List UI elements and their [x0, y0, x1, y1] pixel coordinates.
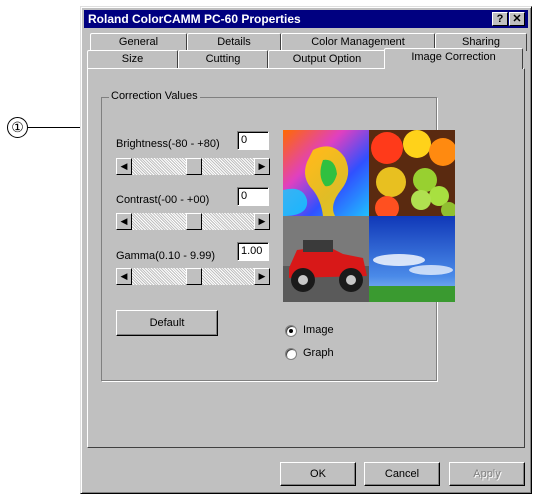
scroll-right-button[interactable]: ▶ — [254, 268, 270, 285]
scroll-left-button[interactable]: ◀ — [116, 268, 132, 285]
ok-button-label: OK — [310, 468, 326, 480]
image-radio[interactable] — [285, 325, 297, 337]
right-arrow-icon: ▶ — [258, 271, 266, 281]
red-car-image — [283, 216, 369, 302]
apply-button-label: Apply — [473, 468, 501, 480]
left-arrow-icon: ◀ — [120, 161, 128, 171]
default-button[interactable]: Default — [116, 310, 218, 336]
cancel-button[interactable]: Cancel — [364, 462, 440, 486]
tab-image-correction[interactable]: Image Correction — [384, 48, 523, 69]
apply-button[interactable]: Apply — [449, 462, 525, 486]
false-color-map-image — [283, 130, 369, 216]
scroll-right-button[interactable]: ▶ — [254, 158, 270, 175]
scroll-left-button[interactable]: ◀ — [116, 213, 132, 230]
help-button[interactable]: ? — [492, 12, 508, 26]
brightness-field[interactable]: 0 — [237, 131, 269, 150]
close-button[interactable]: ✕ — [509, 12, 525, 26]
slider-thumb[interactable] — [186, 268, 202, 285]
contrast-field[interactable]: 0 — [237, 187, 269, 206]
gamma-field[interactable]: 1.00 — [237, 242, 269, 261]
left-arrow-icon: ◀ — [120, 216, 128, 226]
tab-cutting[interactable]: Cutting — [178, 50, 268, 68]
right-arrow-icon: ▶ — [258, 161, 266, 171]
close-icon: ✕ — [512, 13, 522, 25]
tab-size[interactable]: Size — [87, 50, 178, 68]
default-button-label: Default — [149, 317, 185, 329]
callout-number: ① — [7, 117, 28, 138]
graph-radio-label[interactable]: Graph — [303, 347, 334, 359]
ok-button[interactable]: OK — [280, 462, 356, 486]
brightness-label: Brightness(-80 - +80) — [116, 138, 220, 150]
preview-image — [283, 130, 455, 302]
scroll-right-button[interactable]: ▶ — [254, 213, 270, 230]
sky-landscape-image — [369, 216, 455, 302]
fruit-image — [369, 130, 455, 216]
slider-thumb[interactable] — [186, 158, 202, 175]
tab-output-option[interactable]: Output Option — [268, 50, 386, 68]
title-bar: Roland ColorCAMM PC-60 Properties ? ✕ — [84, 10, 528, 28]
right-arrow-icon: ▶ — [258, 216, 266, 226]
left-arrow-icon: ◀ — [120, 271, 128, 281]
brightness-slider[interactable]: ◀ ▶ — [116, 158, 270, 175]
radio-selected-dot — [289, 329, 293, 333]
tab-details[interactable]: Details — [187, 33, 281, 51]
scroll-left-button[interactable]: ◀ — [116, 158, 132, 175]
contrast-slider[interactable]: ◀ ▶ — [116, 213, 270, 230]
slider-thumb[interactable] — [186, 213, 202, 230]
tab-general[interactable]: General — [90, 33, 187, 51]
window-title: Roland ColorCAMM PC-60 Properties — [88, 12, 301, 26]
image-radio-label[interactable]: Image — [303, 324, 334, 336]
graph-radio[interactable] — [285, 348, 297, 360]
contrast-label: Contrast(-00 - +00) — [116, 194, 210, 206]
gamma-label: Gamma(0.10 - 9.99) — [116, 250, 216, 262]
gamma-slider[interactable]: ◀ ▶ — [116, 268, 270, 285]
cancel-button-label: Cancel — [384, 468, 420, 480]
group-label: Correction Values — [109, 90, 200, 102]
